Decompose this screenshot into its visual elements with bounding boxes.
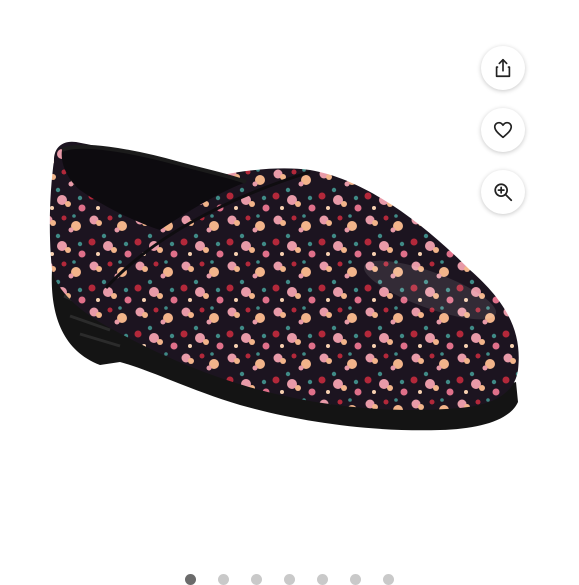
like-button[interactable] (481, 108, 525, 152)
product-image-clog[interactable] (40, 120, 530, 460)
zoom-button[interactable] (481, 170, 525, 214)
zoom-in-icon (494, 183, 513, 202)
product-gallery (0, 0, 579, 585)
share-button[interactable] (481, 46, 525, 90)
heart-icon (493, 121, 513, 139)
share-icon (495, 58, 511, 78)
carousel-indicator (0, 572, 579, 585)
